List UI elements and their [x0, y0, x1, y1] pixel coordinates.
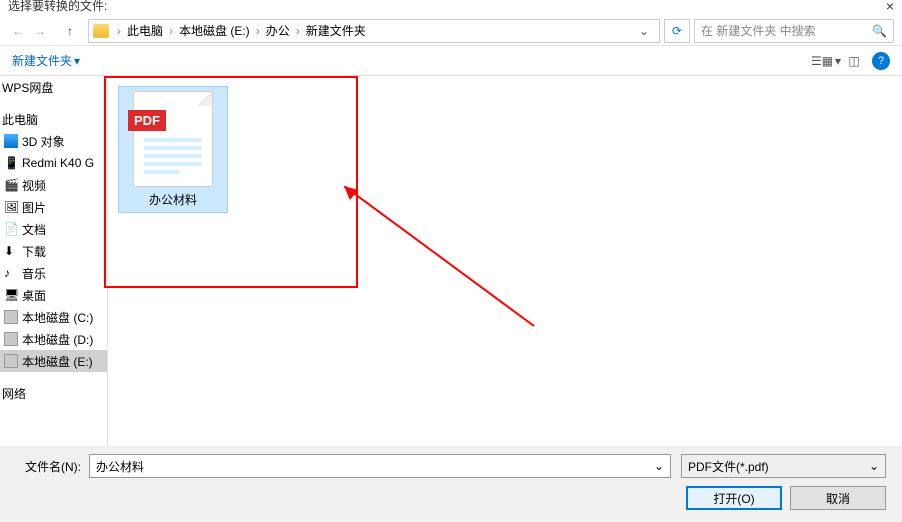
close-icon[interactable]: × — [886, 0, 894, 14]
view-icon: ☰▦ — [811, 54, 833, 68]
search-input[interactable]: 在 新建文件夹 中搜索 🔍 — [694, 19, 894, 43]
pictures-icon: 🖼 — [4, 200, 18, 214]
sidebar-item-music[interactable]: ♪音乐 — [0, 262, 107, 284]
sidebar-header-thispc[interactable]: 此电脑 — [0, 108, 107, 130]
filename-value: 办公材料 — [96, 458, 144, 475]
preview-icon: ◫ — [848, 54, 859, 68]
back-arrow-icon: ← — [8, 21, 28, 41]
window-title: 选择要转换的文件: — [8, 0, 107, 14]
sidebar-item-disk-c[interactable]: 本地磁盘 (C:) — [0, 306, 107, 328]
disk-icon — [4, 354, 18, 368]
chevron-down-icon[interactable]: ⌄ — [654, 459, 664, 473]
pdf-badge: PDF — [128, 110, 166, 131]
music-icon: ♪ — [4, 266, 18, 280]
breadcrumb-item[interactable]: 新建文件夹 — [302, 22, 370, 39]
sidebar-item-disk-e[interactable]: 本地磁盘 (E:) — [0, 350, 107, 372]
annotation-arrow — [344, 186, 544, 336]
downloads-icon: ⬇ — [4, 244, 18, 258]
sidebar-item-phone[interactable]: 📱Redmi K40 G — [0, 152, 107, 174]
search-placeholder: 在 新建文件夹 中搜索 — [701, 22, 816, 39]
filename-input[interactable]: 办公材料 ⌄ — [89, 454, 671, 478]
sidebar-item-documents[interactable]: 📄文档 — [0, 218, 107, 240]
folder-icon — [93, 24, 109, 38]
view-mode-button[interactable]: ☰▦ ▾ — [816, 51, 836, 71]
sidebar-header-wps[interactable]: WPS网盘 — [0, 76, 107, 98]
chevron-right-icon[interactable]: › — [294, 24, 302, 38]
forward-arrow-icon: → — [30, 21, 50, 41]
breadcrumb: › 此电脑 › 本地磁盘 (E:) › 办公 › 新建文件夹 — [115, 22, 370, 39]
phone-icon: 📱 — [4, 156, 18, 170]
sidebar: WPS网盘 此电脑 3D 对象 📱Redmi K40 G 🎬视频 🖼图片 📄文档… — [0, 76, 108, 446]
videos-icon: 🎬 — [4, 178, 18, 192]
chevron-down-icon: ⌄ — [869, 459, 879, 473]
sidebar-item-desktop[interactable]: 🖥桌面 — [0, 284, 107, 306]
address-bar[interactable]: › 此电脑 › 本地磁盘 (E:) › 办公 › 新建文件夹 ⌄ — [88, 19, 660, 43]
path-dropdown-icon[interactable]: ⌄ — [633, 24, 655, 38]
file-name-label: 办公材料 — [123, 191, 223, 208]
up-arrow-icon[interactable]: ↑ — [60, 21, 80, 41]
main-area: WPS网盘 此电脑 3D 对象 📱Redmi K40 G 🎬视频 🖼图片 📄文档… — [0, 76, 902, 446]
chevron-down-icon: ▾ — [835, 54, 841, 68]
chevron-right-icon[interactable]: › — [254, 24, 262, 38]
sidebar-item-pictures[interactable]: 🖼图片 — [0, 196, 107, 218]
filename-label: 文件名(N): — [16, 458, 81, 475]
chevron-right-icon[interactable]: › — [115, 24, 123, 38]
navbar: ← → ↑ › 此电脑 › 本地磁盘 (E:) › 办公 › 新建文件夹 ⌄ ⟳… — [0, 16, 902, 46]
help-button[interactable]: ? — [872, 52, 890, 70]
chevron-right-icon[interactable]: › — [167, 24, 175, 38]
toolbar: 新建文件夹▾ ☰▦ ▾ ◫ ? — [0, 46, 902, 76]
disk-icon — [4, 332, 18, 346]
preview-pane-button[interactable]: ◫ — [844, 51, 864, 71]
filetype-value: PDF文件(*.pdf) — [688, 458, 769, 475]
breadcrumb-item[interactable]: 本地磁盘 (E:) — [175, 22, 254, 39]
refresh-icon: ⟳ — [672, 24, 682, 38]
titlebar: 选择要转换的文件: × — [0, 0, 902, 10]
new-folder-button[interactable]: 新建文件夹▾ — [12, 52, 80, 69]
file-item-pdf[interactable]: PDF 办公材料 — [118, 86, 228, 213]
refresh-button[interactable]: ⟳ — [664, 19, 690, 43]
sidebar-item-downloads[interactable]: ⬇下载 — [0, 240, 107, 262]
chevron-down-icon: ▾ — [74, 54, 80, 68]
3d-objects-icon — [4, 134, 18, 148]
breadcrumb-item[interactable]: 此电脑 — [123, 22, 167, 39]
cancel-button[interactable]: 取消 — [790, 486, 886, 510]
filetype-select[interactable]: PDF文件(*.pdf) ⌄ — [681, 454, 886, 478]
footer: 文件名(N): 办公材料 ⌄ PDF文件(*.pdf) ⌄ 打开(O) 取消 — [0, 446, 902, 522]
documents-icon: 📄 — [4, 222, 18, 236]
sidebar-item-videos[interactable]: 🎬视频 — [0, 174, 107, 196]
sidebar-item-3d[interactable]: 3D 对象 — [0, 130, 107, 152]
pdf-file-icon: PDF — [133, 91, 213, 187]
sidebar-item-disk-d[interactable]: 本地磁盘 (D:) — [0, 328, 107, 350]
open-button[interactable]: 打开(O) — [686, 486, 782, 510]
desktop-icon: 🖥 — [4, 288, 18, 302]
breadcrumb-item[interactable]: 办公 — [262, 22, 294, 39]
search-icon: 🔍 — [872, 24, 887, 38]
sidebar-header-network[interactable]: 网络 — [0, 382, 107, 404]
file-list[interactable]: PDF 办公材料 — [108, 76, 902, 446]
disk-icon — [4, 310, 18, 324]
